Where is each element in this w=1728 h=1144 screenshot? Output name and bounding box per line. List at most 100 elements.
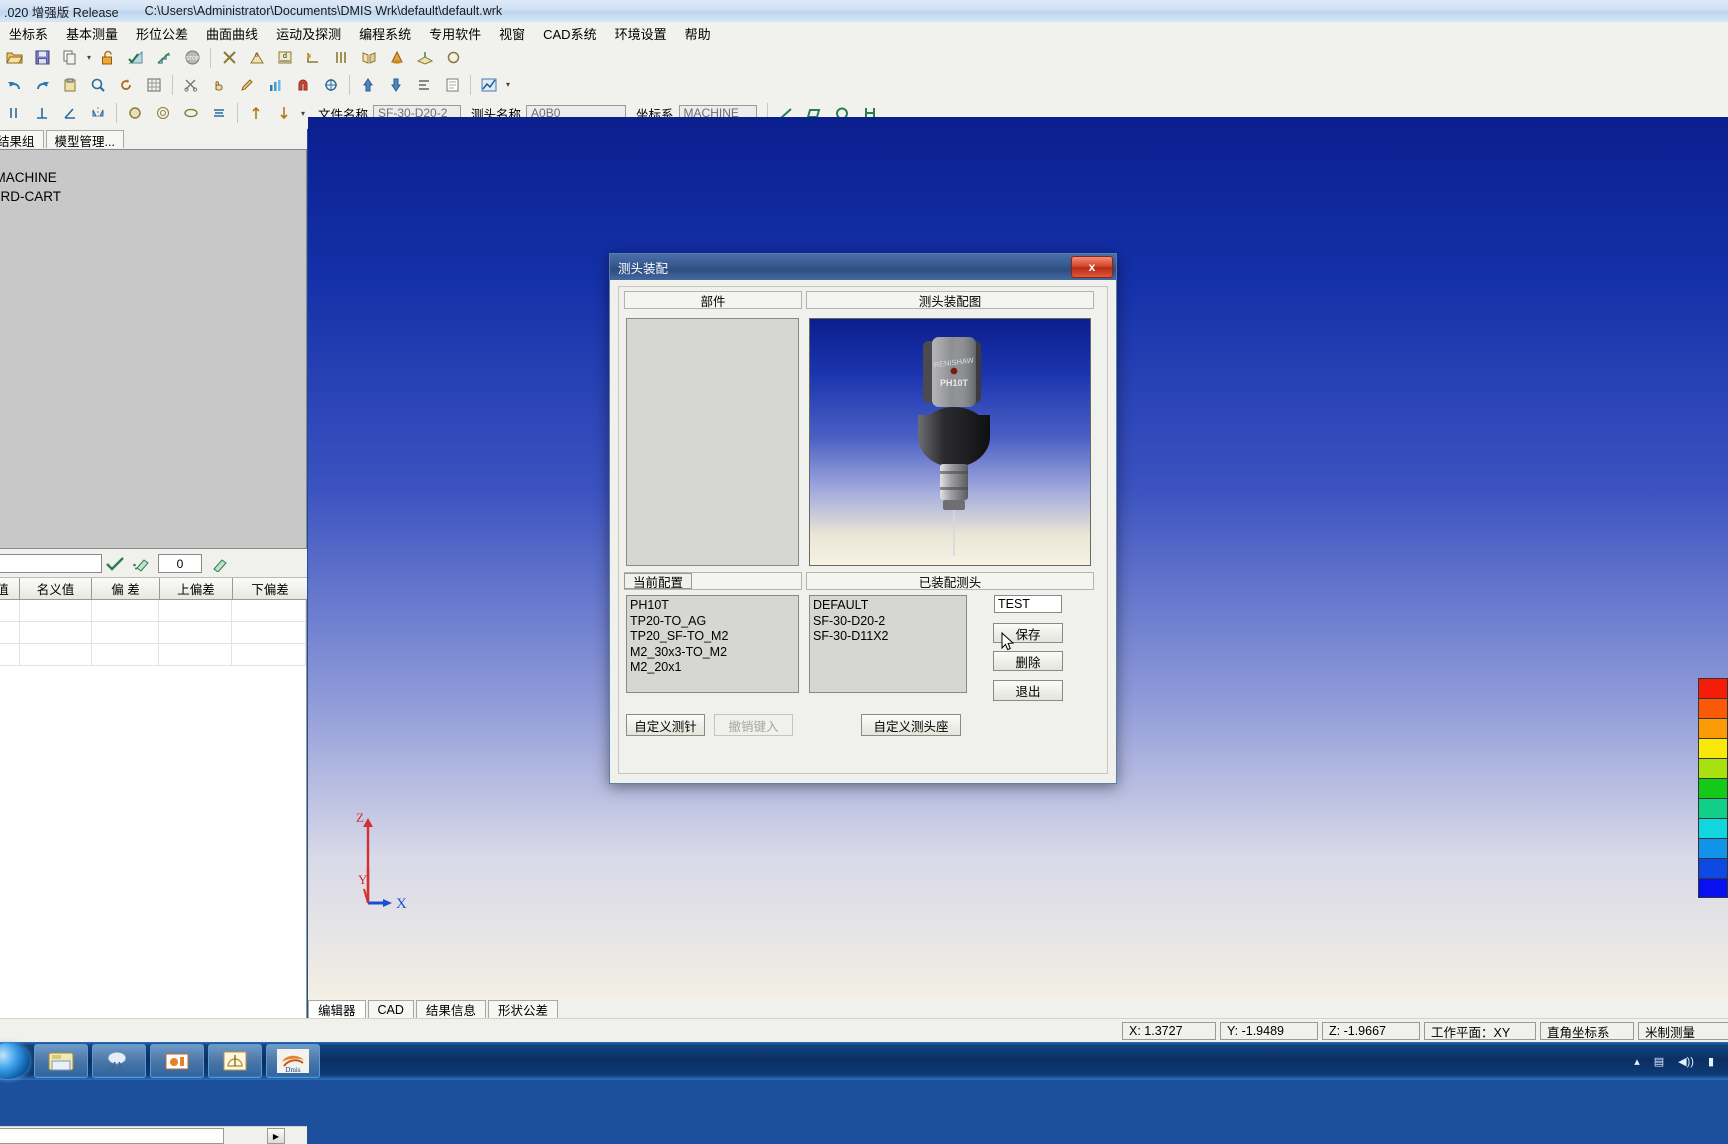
arrow-down-icon[interactable] [383,72,409,97]
concentric-icon[interactable] [150,101,176,126]
network-icon[interactable]: ▤ [1654,1055,1664,1068]
list-item[interactable]: TP20-TO_AG [630,614,798,630]
plane-icon[interactable] [412,45,438,70]
results-table-body[interactable] [0,600,307,1028]
current-config-listbox[interactable]: PH10T TP20-TO_AG TP20_SF-TO_M2 M2_30x3-T… [626,595,799,693]
cone-icon[interactable] [384,45,410,70]
pencil-icon[interactable] [206,554,232,574]
grid-icon[interactable] [141,72,167,97]
angle-icon[interactable] [57,101,83,126]
scroll-right-arrow-icon[interactable]: ▶ [267,1128,285,1144]
pointer-hand-icon[interactable] [206,72,232,97]
tree-item-coord-cart[interactable]: ORD-CART [0,187,306,206]
menu-coordinate-system[interactable]: 坐标系 [0,22,57,45]
tab-cad[interactable]: CAD [367,1000,414,1018]
perpendicular-icon[interactable] [29,101,55,126]
menu-special-software[interactable]: 专用软件 [420,22,490,45]
angle-theta-icon[interactable]: θ [244,45,270,70]
search-circle-icon[interactable] [85,72,111,97]
circle-icon[interactable] [122,101,148,126]
model-tree[interactable]: -MACHINE ORD-CART [0,149,307,549]
vector-down-icon[interactable] [271,101,297,126]
menu-programming[interactable]: 编程系统 [350,22,420,45]
taskbar-explorer[interactable] [34,1044,88,1078]
probe-name-input[interactable]: TEST [994,595,1062,613]
volume-icon[interactable]: ◀)) [1678,1055,1694,1068]
list-item[interactable]: DEFAULT [813,598,966,614]
open-folder-icon[interactable] [1,45,27,70]
list-item[interactable]: PH10T [630,598,798,614]
parts-listbox[interactable] [626,318,799,566]
chart-bar-icon[interactable] [262,72,288,97]
magnet-icon[interactable] [290,72,316,97]
redo-arrow-icon[interactable] [29,72,55,97]
copy-pages-icon[interactable] [57,45,83,70]
custom-probe-head-button[interactable]: 自定义测头座 [861,714,961,736]
clock-icon[interactable]: ▮ [1708,1055,1714,1068]
scissors-icon[interactable] [178,72,204,97]
result-count-field[interactable]: 0 [158,554,202,573]
menu-motion-probing[interactable]: 运动及探测 [267,22,350,45]
parallel-icon[interactable] [1,101,27,126]
tab-result-info[interactable]: 结果信息 [415,1000,486,1018]
paste-icon[interactable] [57,72,83,97]
tab-form-tolerance[interactable]: 形状公差 [487,1000,558,1018]
save-button[interactable]: 保存 [993,623,1063,643]
tree-item-machine[interactable]: -MACHINE [0,168,306,187]
pencil-edit-icon[interactable] [234,72,260,97]
dropdown-arrow-icon[interactable]: ▾ [298,109,308,118]
column-header-upper-dev[interactable]: 上偏差 [160,578,233,599]
taskbar-camera[interactable] [150,1044,204,1078]
unlock-padlock-icon[interactable] [95,45,121,70]
menu-help[interactable]: 帮助 [676,22,720,45]
parallel-lines-icon[interactable] [328,45,354,70]
dropdown-arrow-icon[interactable]: ▾ [84,53,94,62]
column-header-value[interactable]: 值 [0,578,20,599]
list-item[interactable]: SF-30-D20-2 [813,614,966,630]
chart-line-icon[interactable] [476,72,502,97]
windows-start-orb-icon[interactable] [0,1043,30,1079]
check-mark-icon[interactable] [102,554,128,574]
custom-stylus-button[interactable]: 自定义测针 [626,714,705,736]
menu-surface-curve[interactable]: 曲面曲线 [197,22,267,45]
eraser-icon[interactable] [128,554,154,574]
scrollbar-track[interactable] [0,1127,224,1144]
report-icon[interactable] [439,72,465,97]
align-icon[interactable] [411,72,437,97]
vector-up-icon[interactable] [243,101,269,126]
assembled-probes-listbox[interactable]: DEFAULT SF-30-D20-2 SF-30-D11X2 [809,595,967,693]
corner-point-icon[interactable] [300,45,326,70]
target-cross-icon[interactable] [318,72,344,97]
menu-basic-measure[interactable]: 基本测量 [57,22,127,45]
arrow-up-icon[interactable] [355,72,381,97]
close-icon[interactable]: x [1071,256,1113,278]
run-check-icon[interactable] [123,45,149,70]
list-item[interactable]: M2_30x3-TO_M2 [630,645,798,661]
distance-d-icon[interactable]: d [272,45,298,70]
tab-model-management[interactable]: 模型管理... [45,130,124,149]
dropdown-arrow-icon[interactable]: ▾ [503,80,513,89]
list-item[interactable]: TP20_SF-TO_M2 [630,629,798,645]
column-header-lower-dev[interactable]: 下偏差 [233,578,307,599]
table-row[interactable] [0,622,306,644]
menu-window[interactable]: 视窗 [490,22,534,45]
taskbar-dmis[interactable]: Dmis [266,1044,320,1078]
tab-editor[interactable]: 编辑器 [308,1000,366,1018]
delete-button[interactable]: 删除 [993,651,1063,671]
column-header-nominal[interactable]: 名义值 [20,578,92,599]
save-disk-icon[interactable] [29,45,55,70]
tab-result-group[interactable]: 结果组 [0,130,44,149]
list-item[interactable]: SF-30-D11X2 [813,629,966,645]
menu-environment[interactable]: 环境设置 [606,22,676,45]
show-desktop-icon[interactable]: ▴ [1634,1055,1640,1068]
taskbar-media[interactable] [92,1044,146,1078]
left-panel-hscrollbar[interactable]: ▶ [0,1126,307,1144]
result-name-input[interactable] [0,554,102,573]
symmetry-icon[interactable] [85,101,111,126]
menu-cad-system[interactable]: CAD系统 [534,22,605,45]
menu-geometric-tolerance[interactable]: 形位公差 [127,22,197,45]
delete-cross-icon[interactable] [216,45,242,70]
stop-sign-icon[interactable]: STOP [179,45,205,70]
extra-tool-icon[interactable] [440,45,466,70]
mirror-planes-icon[interactable] [356,45,382,70]
